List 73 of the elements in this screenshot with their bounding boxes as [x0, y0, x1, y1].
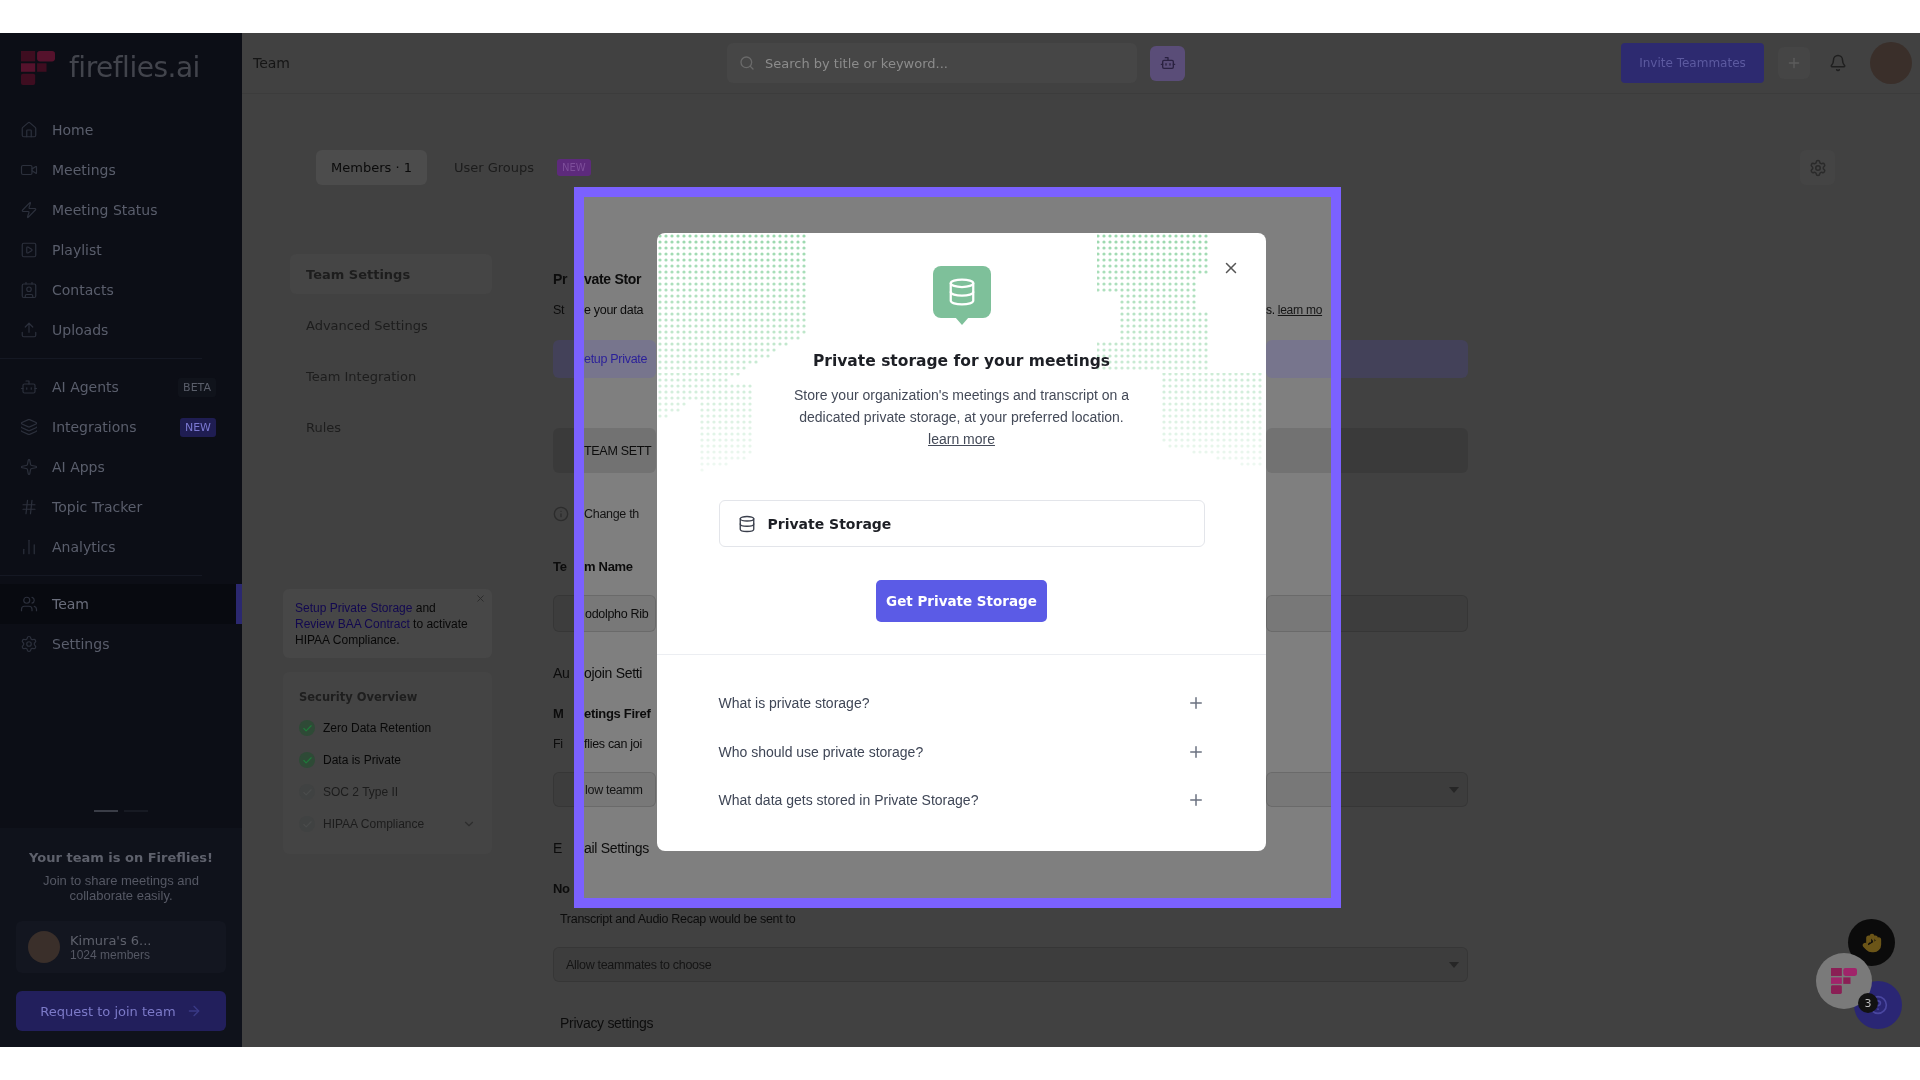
learn-more-link[interactable]: learn mo [1277, 303, 1323, 317]
sidebar-item[interactable]: Playlist [0, 230, 242, 270]
pager-dash[interactable] [94, 810, 118, 812]
sidebar-item[interactable]: AI Agents BETA [0, 367, 242, 407]
storage-option[interactable]: Private Storage [718, 500, 1205, 547]
assistant-button[interactable] [1150, 45, 1185, 81]
avatar [28, 931, 60, 963]
search-icon [739, 55, 755, 71]
section-title: ail Settings [584, 840, 650, 856]
field-label: m Name [584, 558, 634, 574]
faq-item[interactable]: What data gets stored in Private Storage? [718, 776, 1205, 825]
nav-icon [20, 418, 38, 436]
sidebar-item[interactable]: Settings [0, 624, 242, 664]
nav-icon [20, 635, 38, 653]
nav-icon [20, 538, 38, 556]
nav-icon [20, 321, 38, 339]
hint-text: Change th [584, 507, 640, 521]
database-badge-icon [932, 266, 991, 326]
faq-item[interactable]: Who should use private storage? [718, 727, 1205, 776]
robot-icon [1159, 55, 1176, 71]
sidebar-item[interactable]: Uploads [0, 310, 242, 350]
nav-icon [20, 458, 38, 476]
sidebar-item[interactable]: Meeting Status [0, 190, 242, 230]
section-heading: vate Stor [584, 271, 643, 287]
modal-title: Private storage for your meetings [812, 352, 1111, 370]
tab[interactable]: Members · 1 [316, 150, 427, 185]
nav-badge: BETA [178, 377, 216, 397]
sidebar-item[interactable]: Home [0, 110, 242, 150]
nav-badge: NEW [179, 417, 216, 437]
sidebar-item[interactable]: Analytics [0, 527, 242, 567]
body-text: flies can joi [584, 737, 643, 751]
security-item: Zero Data Retention [323, 721, 433, 735]
faq-item[interactable]: What is private storage? [718, 679, 1205, 728]
notice-link[interactable]: Setup Private Storage [295, 601, 413, 615]
sidebar-item[interactable]: AI Apps [0, 447, 242, 487]
nav-icon [20, 498, 38, 516]
nav-icon [20, 281, 38, 299]
notice-link[interactable]: Review BAA Contract [295, 617, 410, 631]
nav-icon [20, 121, 38, 139]
user-avatar[interactable] [1870, 42, 1912, 84]
join-team-button[interactable]: Request to join team [16, 991, 226, 1031]
learn-more-link[interactable]: learn more [928, 431, 995, 447]
sidebar-item[interactable]: Contacts [0, 270, 242, 310]
settings-icon [1808, 158, 1827, 177]
close-icon[interactable] [475, 593, 486, 604]
get-storage-button[interactable]: Get Private Storage [876, 580, 1047, 622]
nav-icon [20, 241, 38, 259]
fireflies-logo-icon [21, 50, 55, 85]
promo-title: Your team is on Fireflies! [29, 850, 213, 865]
hand-icon [1861, 932, 1882, 953]
nav-icon [20, 201, 38, 219]
nav-icon [20, 378, 38, 396]
add-button[interactable] [1778, 47, 1810, 79]
body-text: s. learn mo [1266, 303, 1324, 317]
team-card[interactable]: Kimura's 6... 1024 members [16, 921, 226, 973]
member-count: 1024 members [70, 947, 152, 962]
database-icon [737, 514, 756, 533]
team-name: Kimura's 6... [70, 932, 152, 948]
promo-text: Join to share meetings and collaborate easily. [41, 873, 201, 903]
body-text: e your data [584, 303, 645, 317]
sidebar-item[interactable]: Meetings [0, 150, 242, 190]
security-item: Data is Private [323, 753, 403, 767]
bell-icon [1829, 54, 1847, 72]
modal-description: Store your organization's meetings and transcript on a dedicated private storage, at your preferred location. learn more [793, 386, 1130, 449]
sidebar-item[interactable]: Team [0, 584, 242, 624]
field-label: etings Firef [584, 705, 652, 721]
notice-text: Setup Private Storage and Review BAA Contract to activate HIPAA Compliance. [295, 600, 469, 648]
sidebar-item[interactable]: Integrations NEW [0, 407, 242, 447]
search-field[interactable]: Search by title or keyword... [727, 43, 1137, 83]
sidebar-item[interactable]: Topic Tracker [0, 487, 242, 527]
nav-icon [20, 595, 38, 613]
fireflies-logo-icon [1831, 968, 1857, 994]
section-title: ojoin Setti [584, 665, 644, 681]
